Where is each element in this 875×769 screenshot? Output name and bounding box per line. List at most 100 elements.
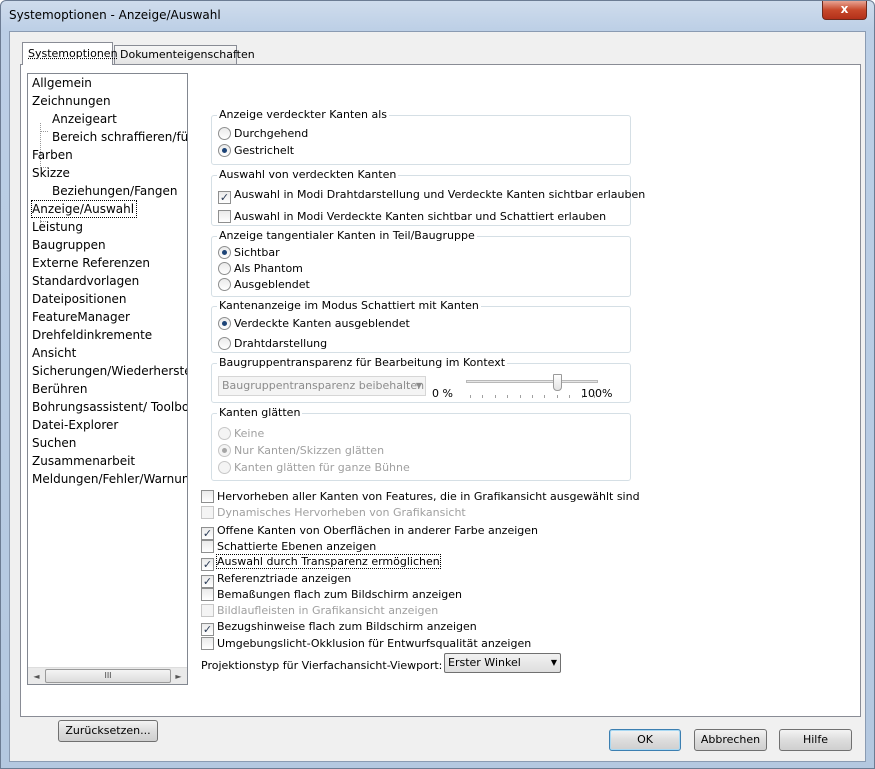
option-label: Auswahl durch Transparenz ermöglichen: [216, 554, 441, 569]
checkbox-icon: [201, 604, 214, 617]
cancel-button[interactable]: Abbrechen: [694, 729, 767, 751]
slider-tick: [532, 395, 533, 398]
transparency-slider-thumb[interactable]: [552, 374, 562, 391]
option-checkbox[interactable]: Schattierte Ebenen anzeigen: [201, 539, 376, 554]
option-label: Hervorheben aller Kanten von Features, d…: [217, 490, 640, 503]
radio-ausgeblendet[interactable]: Ausgeblendet: [218, 277, 310, 292]
tab-label: Dokumenteigenschaften: [120, 48, 255, 61]
reset-button[interactable]: Zurücksetzen...: [58, 720, 158, 742]
radio-durchgehend[interactable]: Durchgehend: [218, 126, 308, 141]
tree-item[interactable]: Dateipositionen: [32, 291, 127, 307]
group-smoothing: Kanten glätten Keine Nur Kanten/Skizzen …: [211, 406, 631, 481]
option-checkbox[interactable]: ✓ Auswahl durch Transparenz ermöglichen: [201, 554, 441, 571]
option-checkbox[interactable]: Bemaßungen flach zum Bildschirm anzeigen: [201, 587, 462, 602]
projection-combo[interactable]: Erster Winkel ▼: [444, 653, 561, 673]
tree-horizontal-scrollbar[interactable]: ◄ III ►: [28, 667, 187, 684]
transparency-combo[interactable]: Baugruppentransparenz beibehalten ▼: [218, 376, 426, 396]
group-shaded-edges: Kantenanzeige im Modus Schattiert mit Ka…: [211, 299, 631, 353]
tree-item[interactable]: Leistung: [32, 219, 83, 235]
radio-drahtdarstellung[interactable]: Drahtdarstellung: [218, 336, 327, 351]
option-label: Bezugshinweise flach zum Bildschirm anze…: [217, 620, 477, 633]
dialog-client: Systemoptionen Dokumenteigenschaften All…: [9, 31, 866, 762]
option-label: Sichtbar: [234, 246, 280, 259]
option-label: Schattierte Ebenen anzeigen: [217, 540, 377, 553]
slider-tick: [544, 395, 546, 398]
slider-tick: [519, 395, 521, 398]
group-legend: Anzeige tangentialer Kanten in Teil/Baug…: [217, 229, 477, 242]
tree-item[interactable]: Externe Referenzen: [32, 255, 150, 271]
option-checkbox[interactable]: ✓ Offene Kanten von Oberflächen in andere…: [201, 523, 538, 540]
tree-item[interactable]: FeatureManager: [32, 309, 130, 325]
radio-icon: [218, 444, 231, 457]
check-select-wireframe[interactable]: ✓ Auswahl in Modi Drahtdarstellung und Ve…: [218, 187, 646, 204]
option-label: Kanten glätten für ganze Bühne: [234, 461, 410, 474]
option-label: Gestrichelt: [234, 144, 295, 157]
radio-ganze-buehne[interactable]: Kanten glätten für ganze Bühne: [218, 460, 410, 475]
scroll-thumb[interactable]: III: [45, 669, 171, 683]
group-transparency: Baugruppentransparenz für Bearbeitung im…: [211, 356, 631, 403]
scroll-right-icon[interactable]: ►: [171, 669, 186, 684]
checkbox-icon: ✓: [201, 558, 214, 571]
scroll-left-icon[interactable]: ◄: [29, 669, 44, 684]
tree-item[interactable]: Standardvorlagen: [32, 273, 139, 289]
tree-item[interactable]: Beziehungen/Fangen: [52, 183, 177, 199]
tree-item[interactable]: Zusammenarbeit: [32, 453, 135, 469]
tree-item[interactable]: Meldungen/Fehler/Warnungen: [32, 471, 187, 487]
tree-item[interactable]: Sicherungen/Wiederherstellen: [32, 363, 187, 379]
tree-item[interactable]: Drehfeldinkremente: [32, 327, 152, 343]
option-checkbox[interactable]: ✓ Referenztriade anzeigen: [201, 571, 352, 588]
help-button[interactable]: Hilfe: [779, 729, 852, 751]
combo-value: Baugruppentransparenz beibehalten: [222, 379, 425, 392]
tree-item[interactable]: Bereich schraffieren/füller: [52, 129, 187, 145]
tab-label: Systemoptionen: [28, 47, 118, 60]
slider-tick: [507, 395, 509, 398]
tree-item[interactable]: Anzeige/Auswahl: [30, 200, 138, 218]
radio-icon: [218, 461, 231, 474]
group-legend: Baugruppentransparenz für Bearbeitung im…: [217, 356, 508, 369]
radio-gestrichelt[interactable]: Gestrichelt: [218, 143, 294, 158]
radio-sichtbar[interactable]: Sichtbar: [218, 245, 280, 260]
radio-keine[interactable]: Keine: [218, 426, 264, 441]
option-label: Verdeckte Kanten ausgeblendet: [234, 317, 410, 330]
checkbox-icon: [201, 588, 214, 601]
option-checkbox[interactable]: Umgebungslicht-Okklusion für Entwurfsqua…: [201, 636, 531, 651]
option-checkbox[interactable]: Bildlaufleisten in Grafikansicht anzeige…: [201, 603, 438, 618]
tab-panel: Allgemein Zeichnungen Anzeigeart Bereich sc…: [20, 64, 861, 742]
checkbox-icon: [201, 540, 214, 553]
tree-item[interactable]: Zeichnungen: [32, 93, 111, 109]
tree-item[interactable]: Ansicht: [32, 345, 76, 361]
option-checkbox[interactable]: ✓ Bezugshinweise flach zum Bildschirm anz…: [201, 619, 477, 636]
radio-icon: [218, 246, 231, 259]
option-label: Dynamisches Hervorheben von Grafikansich…: [217, 506, 466, 519]
radio-icon: [218, 127, 231, 140]
option-label: Auswahl in Modi Verdeckte Kanten sichtba…: [234, 210, 607, 223]
tree-item[interactable]: Anzeigeart: [52, 111, 117, 127]
tree-item[interactable]: Baugruppen: [32, 237, 106, 253]
combo-value: Erster Winkel: [448, 656, 521, 669]
title-bar[interactable]: Systemoptionen - Anzeige/Auswahl x: [1, 1, 874, 31]
tree-item[interactable]: Berühren: [32, 381, 87, 397]
group-legend: Auswahl von verdeckten Kanten: [217, 168, 399, 181]
transparency-slider-track[interactable]: [466, 380, 598, 383]
close-button[interactable]: x: [822, 1, 867, 20]
option-label: Referenztriade anzeigen: [217, 572, 352, 585]
option-label: Auswahl in Modi Drahtdarstellung und Ver…: [234, 188, 646, 201]
tree-item[interactable]: Suchen: [32, 435, 76, 451]
tree-item[interactable]: Bohrungsassistent/ Toolbox: [32, 399, 187, 415]
ok-button[interactable]: OK: [609, 729, 681, 751]
tab-systemoptionen[interactable]: Systemoptionen: [22, 42, 118, 65]
radio-als-phantom[interactable]: Als Phantom: [218, 261, 303, 276]
group-legend: Kanten glätten: [217, 406, 303, 419]
tree-item[interactable]: Datei-Explorer: [32, 417, 118, 433]
options-tree[interactable]: Allgemein Zeichnungen Anzeigeart Bereich sc…: [27, 73, 188, 685]
tree-item[interactable]: Allgemein: [32, 75, 92, 91]
tree-item[interactable]: Skizze: [32, 165, 70, 181]
tree-item[interactable]: Farben: [32, 147, 73, 163]
radio-verdeckte-kanten-ausgeblendet[interactable]: Verdeckte Kanten ausgeblendet: [218, 316, 410, 331]
option-checkbox[interactable]: Dynamisches Hervorheben von Grafikansich…: [201, 505, 466, 520]
option-checkbox[interactable]: Hervorheben aller Kanten von Features, d…: [201, 489, 640, 504]
chevron-down-icon: ▼: [550, 658, 557, 667]
radio-nur-kanten[interactable]: Nur Kanten/Skizzen glätten: [218, 443, 384, 458]
check-select-shaded[interactable]: Auswahl in Modi Verdeckte Kanten sichtba…: [218, 209, 606, 224]
tab-dokumenteigenschaften[interactable]: Dokumenteigenschaften: [114, 45, 255, 64]
